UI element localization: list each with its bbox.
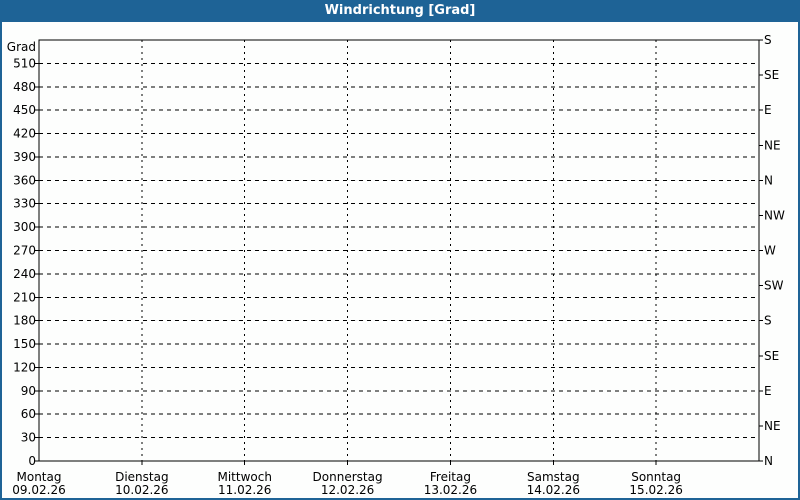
date-label: 13.02.26 [424,483,477,497]
compass-tick-label: W [764,244,776,258]
y-tick-label: 150 [13,337,36,351]
compass-tick-label: S [764,33,772,47]
y-tick-label: 360 [13,173,36,187]
date-label: 14.02.26 [527,483,580,497]
y-tick-label: 510 [13,56,36,70]
compass-tick-label: E [764,384,772,398]
day-label: Samstag [527,470,580,484]
day-label: Freitag [430,470,471,484]
compass-tick-label: NE [764,138,781,152]
compass-tick-label: SW [764,279,784,293]
y-tick-label: 420 [13,127,36,141]
compass-tick-label: NE [764,419,781,433]
day-label: Sonntag [631,470,681,484]
y-tick-label: 120 [13,360,36,374]
compass-tick-label: SE [764,68,779,82]
y-tick-label: 0 [28,454,36,468]
date-label: 10.02.26 [115,483,168,497]
title-bar: Windrichtung [Grad] [2,0,798,22]
y-tick-label: 60 [21,407,36,421]
day-label: Dienstag [115,470,169,484]
compass-tick-label: N [764,173,773,187]
compass-tick-label: N [764,454,773,468]
wind-direction-chart: 0 30 60 90 120 150 180 210 240 270 300 330 360 390 420… [7,33,785,497]
app-window: Windrichtung [Grad] 0 30 60 90 120 150 180 210 2… [0,0,800,500]
y-tick-label: 300 [13,220,36,234]
compass-tick-label: NW [764,208,785,222]
date-label: 12.02.26 [321,483,374,497]
y-tick-label: 210 [13,290,36,304]
compass-tick-label: S [764,314,772,328]
y-tick-label: 270 [13,244,36,258]
y-tick-label: 30 [21,431,36,445]
y-tick-label: 450 [13,103,36,117]
y-tick-label: 480 [13,80,36,94]
day-label: Montag [17,470,62,484]
date-label: 11.02.26 [218,483,271,497]
day-label: Donnerstag [313,470,383,484]
y-tick-label: 180 [13,314,36,328]
compass-tick-label: E [764,103,772,117]
day-label: Mittwoch [217,470,271,484]
window-title: Windrichtung [Grad] [324,3,476,18]
y-tick-label: 240 [13,267,36,281]
date-label: 09.02.26 [12,483,65,497]
date-label: 15.02.26 [629,483,682,497]
compass-tick-label: SE [764,349,779,363]
y-axis-unit-label: Grad [7,40,36,54]
y-tick-label: 330 [13,197,36,211]
y-tick-label: 90 [21,384,36,398]
y-tick-label: 390 [13,150,36,164]
